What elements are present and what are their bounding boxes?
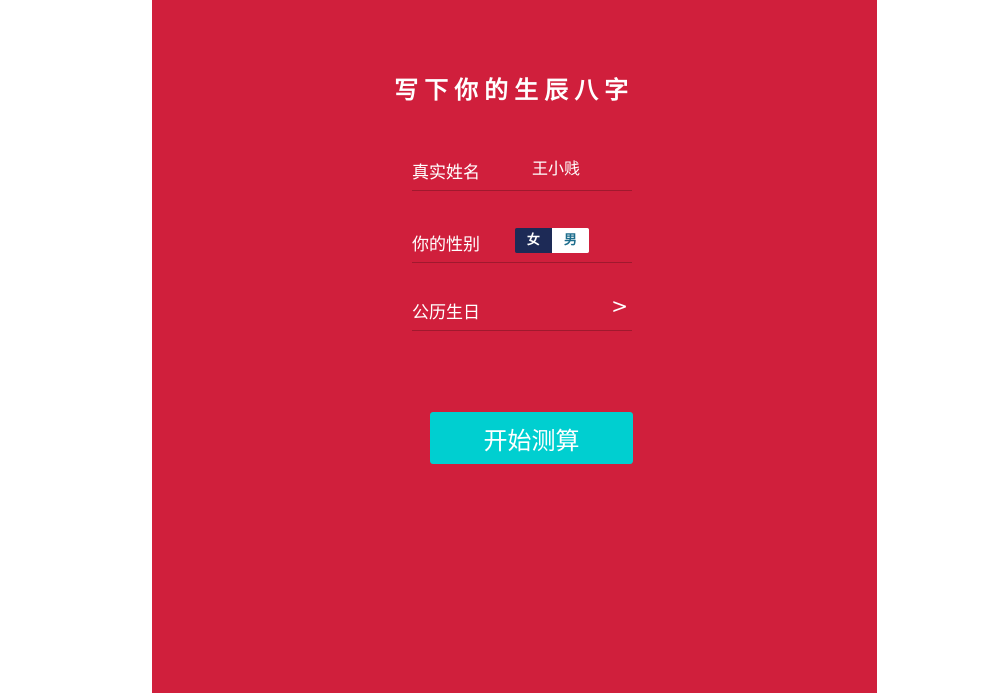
- name-label: 真实姓名: [412, 163, 480, 183]
- chevron-right-icon[interactable]: >: [611, 294, 628, 318]
- start-calculation-button[interactable]: 开始测算: [430, 412, 633, 464]
- gender-toggle: 女 男: [515, 228, 589, 253]
- gender-option-male[interactable]: 男: [552, 228, 589, 253]
- birthday-row[interactable]: 公历生日 >: [412, 290, 632, 331]
- birthday-label: 公历生日: [412, 303, 480, 323]
- name-row: 真实姓名: [412, 150, 632, 191]
- gender-row: 你的性别 女 男: [412, 222, 632, 263]
- gender-label: 你的性别: [412, 235, 480, 255]
- name-input[interactable]: [532, 152, 632, 182]
- main-panel: 写下你的生辰八字 真实姓名 你的性别 女 男 公历生日 > 开始测算: [152, 0, 877, 693]
- page-title: 写下你的生辰八字: [394, 75, 635, 104]
- gender-option-female[interactable]: 女: [515, 228, 552, 253]
